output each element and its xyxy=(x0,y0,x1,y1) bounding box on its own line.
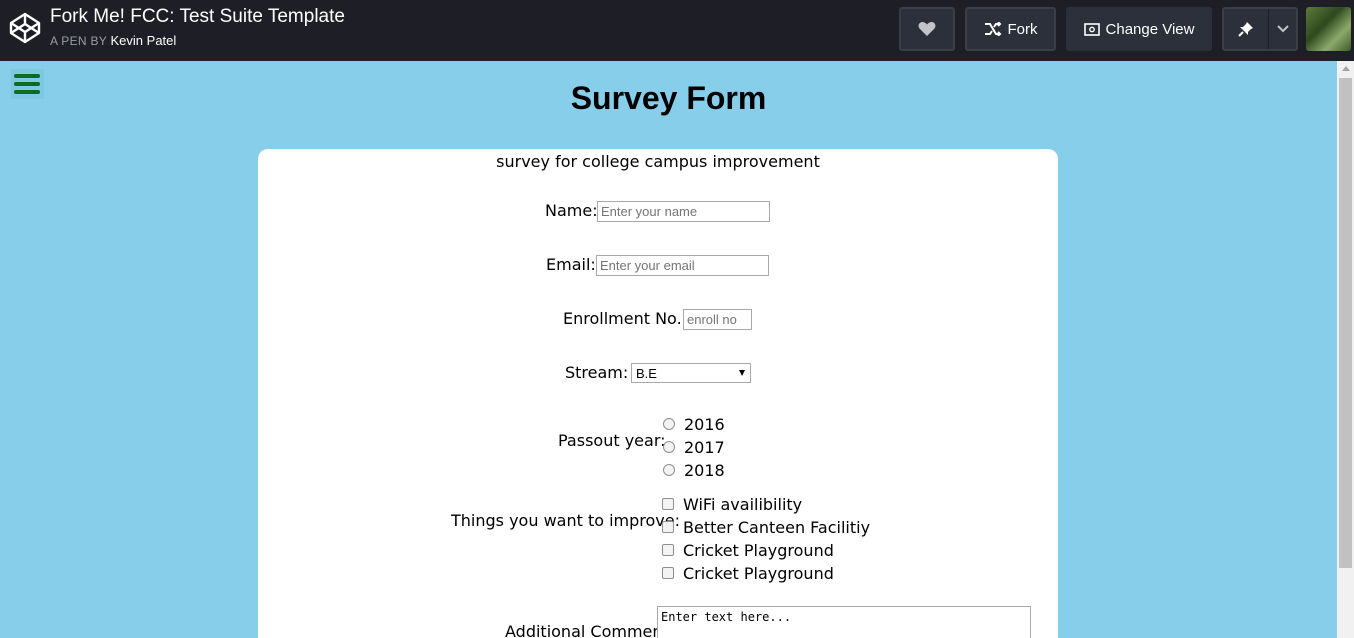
email-label: Email: xyxy=(546,255,596,274)
checkbox-label-wifi: WiFi availibility xyxy=(683,495,803,514)
fork-icon xyxy=(984,22,1002,36)
change-view-button[interactable]: Change View xyxy=(1066,7,1212,51)
dropdown-arrow-icon xyxy=(739,370,745,376)
comment-label: Additional Comment: xyxy=(505,622,675,638)
email-input[interactable] xyxy=(596,255,769,276)
codepen-header: Fork Me! FCC: Test Suite Template A PEN … xyxy=(0,0,1354,61)
checkbox-cricket-2[interactable] xyxy=(662,567,674,579)
fork-button[interactable]: Fork xyxy=(965,7,1056,51)
codepen-logo-icon[interactable] xyxy=(8,11,42,45)
survey-form-card xyxy=(258,149,1058,638)
pen-author-line: A PEN BY Kevin Patel xyxy=(50,33,176,48)
heart-icon xyxy=(918,21,936,37)
checkbox-canteen[interactable] xyxy=(662,521,674,533)
radio-2016[interactable] xyxy=(663,418,675,430)
passout-year-label: Passout year: xyxy=(558,431,666,450)
checkbox-label-cricket-2: Cricket Playground xyxy=(683,564,834,583)
name-label: Name: xyxy=(545,201,598,220)
checkbox-cricket-1[interactable] xyxy=(662,544,674,556)
chevron-down-icon[interactable] xyxy=(1276,22,1290,36)
pin-icon xyxy=(1238,21,1254,37)
radio-label-2018: 2018 xyxy=(684,461,725,480)
stream-label: Stream: xyxy=(565,363,629,382)
avatar[interactable] xyxy=(1306,7,1351,51)
pen-author-link[interactable]: Kevin Patel xyxy=(111,33,177,48)
stream-select[interactable]: B.E xyxy=(631,363,751,383)
radio-label-2017: 2017 xyxy=(684,438,725,457)
improve-label: Things you want to improve: xyxy=(451,511,681,530)
pen-by-label: A PEN BY xyxy=(50,34,107,48)
radio-2018[interactable] xyxy=(663,464,675,476)
pen-title: Fork Me! FCC: Test Suite Template xyxy=(50,6,345,27)
radio-label-2016: 2016 xyxy=(684,415,725,434)
enrollment-label: Enrollment No.: xyxy=(563,309,688,328)
change-view-label: Change View xyxy=(1105,20,1195,38)
checkbox-label-canteen: Better Canteen Facilitiy xyxy=(683,518,871,537)
form-description: survey for college campus improvement xyxy=(496,152,820,171)
enrollment-input[interactable] xyxy=(683,309,752,330)
radio-2017[interactable] xyxy=(663,441,675,453)
scroll-up-arrow-icon[interactable] xyxy=(1342,66,1350,71)
stream-selected-value: B.E xyxy=(636,366,657,381)
love-button[interactable] xyxy=(899,7,955,51)
pin-button[interactable] xyxy=(1222,7,1298,51)
checkbox-wifi[interactable] xyxy=(662,498,674,510)
fork-label: Fork xyxy=(1007,20,1038,38)
pin-separator xyxy=(1268,9,1269,49)
change-view-icon xyxy=(1083,22,1100,36)
name-input[interactable] xyxy=(597,201,770,222)
comment-textarea[interactable]: Enter text here... xyxy=(657,606,1031,638)
checkbox-label-cricket-1: Cricket Playground xyxy=(683,541,834,560)
scrollbar-thumb[interactable] xyxy=(1339,78,1352,568)
page-title: Survey Form xyxy=(570,80,767,116)
